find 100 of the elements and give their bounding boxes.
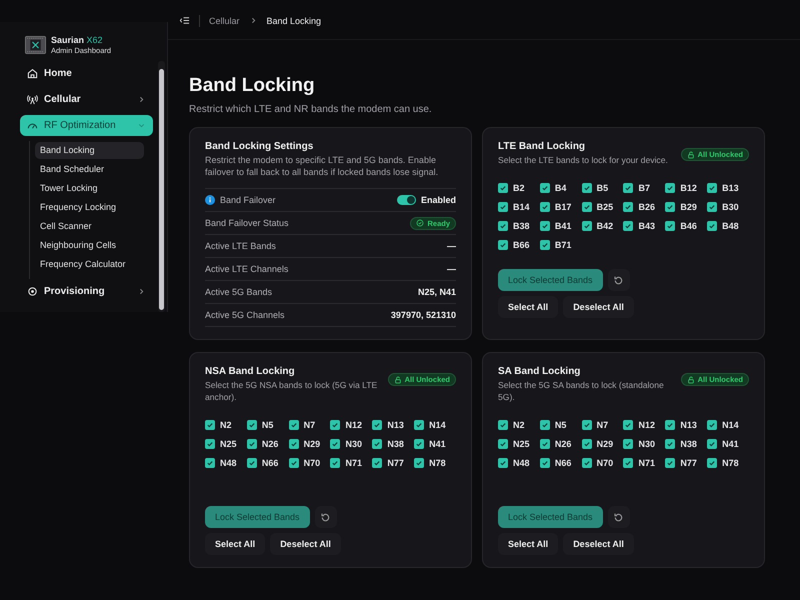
select-all-button[interactable]: Select All: [498, 296, 558, 318]
checkbox[interactable]: [582, 420, 592, 430]
band-checkbox[interactable]: N7: [288, 418, 330, 431]
band-checkbox[interactable]: N66: [246, 456, 289, 469]
checkbox[interactable]: [498, 220, 508, 230]
checkbox[interactable]: [372, 438, 382, 448]
band-checkbox[interactable]: N78: [707, 456, 749, 469]
checkbox[interactable]: [582, 220, 592, 230]
band-checkbox[interactable]: N2: [498, 418, 540, 431]
checkbox[interactable]: [330, 438, 340, 448]
deselect-all-button[interactable]: Deselect All: [563, 296, 634, 318]
checkbox[interactable]: [246, 438, 257, 448]
submenu-item[interactable]: Frequency Locking: [35, 199, 144, 216]
checkbox[interactable]: [707, 220, 718, 230]
checkbox[interactable]: [665, 420, 676, 430]
band-checkbox[interactable]: N29: [582, 437, 624, 450]
band-checkbox[interactable]: N77: [665, 456, 708, 469]
checkbox[interactable]: [372, 458, 382, 468]
checkbox[interactable]: [623, 182, 634, 192]
checkbox[interactable]: [330, 420, 340, 430]
nav-item[interactable]: Home: [20, 63, 153, 84]
band-checkbox[interactable]: N14: [414, 418, 456, 431]
submenu-item[interactable]: Band Scheduler: [35, 161, 144, 178]
band-checkbox[interactable]: N48: [498, 456, 540, 469]
band-checkbox[interactable]: B7: [623, 181, 666, 194]
checkbox[interactable]: [498, 458, 508, 468]
checkbox[interactable]: [288, 420, 299, 430]
band-checkbox[interactable]: N66: [540, 456, 582, 469]
band-checkbox[interactable]: B4: [540, 181, 582, 194]
select-all-button[interactable]: Select All: [205, 533, 266, 555]
band-checkbox[interactable]: B14: [498, 200, 540, 213]
submenu-item[interactable]: Tower Locking: [35, 180, 144, 197]
band-checkbox[interactable]: N2: [205, 418, 247, 431]
band-checkbox[interactable]: N70: [582, 456, 624, 469]
band-checkbox[interactable]: B26: [623, 200, 666, 213]
band-checkbox[interactable]: N38: [665, 437, 708, 450]
toggle-switch[interactable]: [396, 195, 416, 205]
band-checkbox[interactable]: N78: [414, 456, 456, 469]
band-checkbox[interactable]: N12: [330, 418, 372, 431]
band-checkbox[interactable]: N70: [288, 456, 330, 469]
checkbox[interactable]: [582, 438, 592, 448]
checkbox[interactable]: [582, 458, 592, 468]
band-checkbox[interactable]: B12: [665, 181, 708, 194]
checkbox[interactable]: [540, 438, 550, 448]
band-checkbox[interactable]: B48: [707, 219, 749, 232]
band-checkbox[interactable]: N30: [330, 437, 372, 450]
band-checkbox[interactable]: N7: [582, 418, 624, 431]
band-checkbox[interactable]: N13: [372, 418, 414, 431]
checkbox[interactable]: [372, 420, 382, 430]
band-checkbox[interactable]: B25: [582, 200, 624, 213]
nav-item[interactable]: Cellular: [20, 89, 153, 110]
band-checkbox[interactable]: N29: [288, 437, 330, 450]
checkbox[interactable]: [665, 438, 676, 448]
band-checkbox[interactable]: N5: [540, 418, 582, 431]
band-checkbox[interactable]: B46: [665, 219, 708, 232]
band-checkbox[interactable]: N13: [665, 418, 708, 431]
submenu-item[interactable]: Band Locking: [35, 142, 144, 159]
band-checkbox[interactable]: N25: [498, 437, 540, 450]
submenu-item[interactable]: Frequency Calculator: [35, 256, 144, 273]
nav-item[interactable]: RF Optimization: [20, 115, 153, 136]
checkbox[interactable]: [707, 420, 718, 430]
band-checkbox[interactable]: B41: [540, 219, 582, 232]
band-checkbox[interactable]: N12: [623, 418, 666, 431]
submenu-item[interactable]: Cell Scanner: [35, 218, 144, 235]
band-checkbox[interactable]: N26: [246, 437, 289, 450]
checkbox[interactable]: [665, 220, 676, 230]
checkbox[interactable]: [582, 182, 592, 192]
checkbox[interactable]: [246, 420, 257, 430]
reset-button[interactable]: [608, 269, 630, 291]
nav-item[interactable]: Provisioning: [20, 281, 153, 302]
scrollbar[interactable]: [158, 61, 165, 312]
band-checkbox[interactable]: N30: [623, 437, 666, 450]
band-checkbox[interactable]: B17: [540, 200, 582, 213]
checkbox[interactable]: [205, 438, 215, 448]
checkbox[interactable]: [498, 420, 508, 430]
band-checkbox[interactable]: N41: [414, 437, 456, 450]
band-checkbox[interactable]: B5: [582, 181, 624, 194]
checkbox[interactable]: [707, 182, 718, 192]
checkbox[interactable]: [623, 438, 634, 448]
checkbox[interactable]: [540, 240, 550, 250]
reset-button[interactable]: [608, 506, 630, 528]
checkbox[interactable]: [540, 202, 550, 212]
checkbox[interactable]: [540, 458, 550, 468]
checkbox[interactable]: [498, 438, 508, 448]
band-checkbox[interactable]: N71: [623, 456, 666, 469]
checkbox[interactable]: [246, 458, 257, 468]
checkbox[interactable]: [205, 458, 215, 468]
band-checkbox[interactable]: N77: [372, 456, 414, 469]
checkbox[interactable]: [414, 458, 424, 468]
band-checkbox[interactable]: N26: [540, 437, 582, 450]
band-checkbox[interactable]: B38: [498, 219, 540, 232]
reset-button[interactable]: [314, 506, 337, 528]
band-checkbox[interactable]: N71: [330, 456, 372, 469]
checkbox[interactable]: [414, 420, 424, 430]
deselect-all-button[interactable]: Deselect All: [270, 533, 341, 555]
checkbox[interactable]: [498, 240, 508, 250]
checkbox[interactable]: [707, 202, 718, 212]
band-checkbox[interactable]: N38: [372, 437, 414, 450]
checkbox[interactable]: [540, 420, 550, 430]
checkbox[interactable]: [498, 202, 508, 212]
